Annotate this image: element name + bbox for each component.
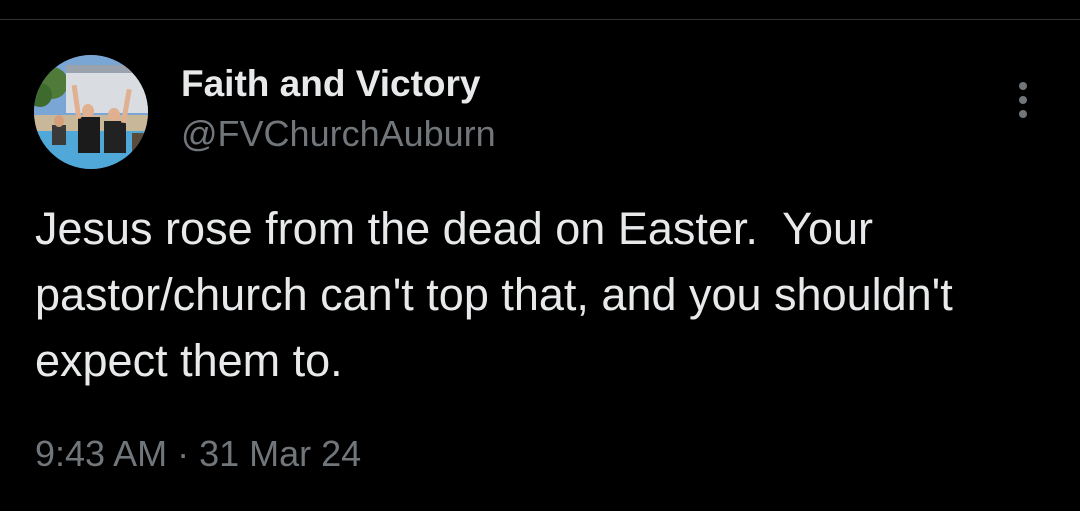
top-divider	[0, 19, 1080, 20]
more-dot	[1019, 82, 1027, 90]
more-dot	[1019, 96, 1027, 104]
tweet-text: Jesus rose from the dead on Easter. Your…	[35, 203, 966, 386]
user-handle[interactable]: @FVChurchAuburn	[181, 112, 496, 156]
display-name[interactable]: Faith and Victory	[181, 62, 481, 106]
tweet-timestamp[interactable]: 9:43 AM · 31 Mar 24	[35, 432, 361, 476]
more-vertical-icon[interactable]	[1004, 78, 1044, 122]
avatar[interactable]	[34, 55, 148, 169]
more-dot	[1019, 110, 1027, 118]
tweet-detail: Faith and Victory @FVChurchAuburn Jesus …	[0, 0, 1080, 511]
